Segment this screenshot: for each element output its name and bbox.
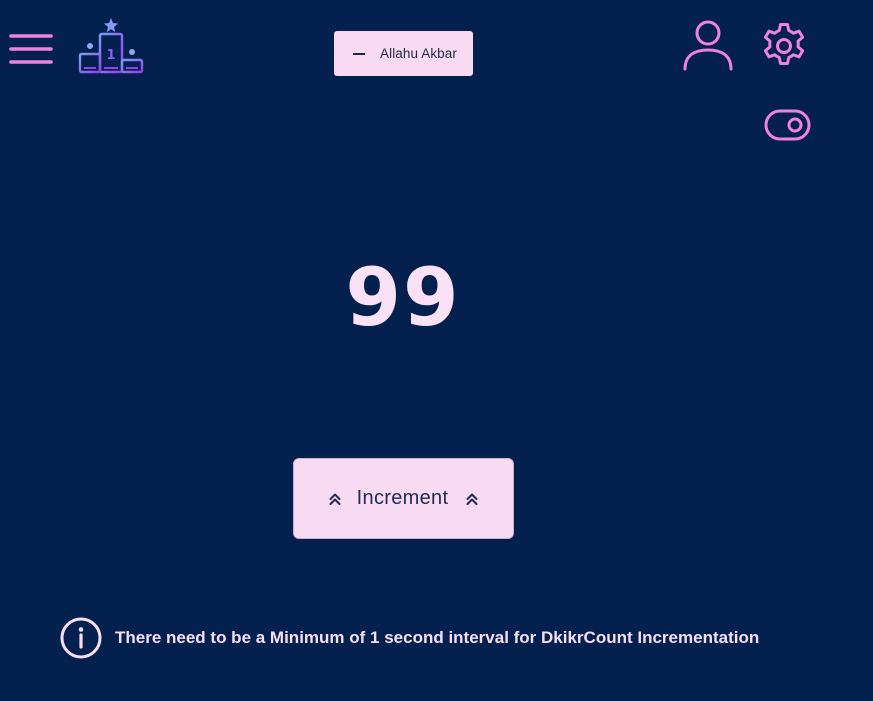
dhikr-selector-label: Allahu Akbar	[380, 46, 457, 61]
toggle-switch-icon	[764, 109, 811, 141]
leaderboard-rank-label: 1	[106, 48, 115, 63]
dhikr-selector-button[interactable]: Allahu Akbar	[334, 31, 473, 76]
podium-leaderboard-icon: 1	[78, 18, 144, 74]
settings-button[interactable]	[758, 20, 810, 72]
increment-button[interactable]: Increment	[293, 458, 514, 539]
theme-toggle-switch[interactable]	[762, 107, 812, 143]
info-circle-icon	[60, 617, 102, 659]
double-chevron-up-icon	[466, 493, 478, 505]
user-profile-icon	[683, 20, 733, 71]
increment-button-label: Increment	[356, 487, 449, 509]
gear-settings-icon	[763, 23, 805, 65]
menu-button[interactable]	[8, 30, 54, 70]
user-profile-button[interactable]	[680, 19, 736, 73]
hamburger-menu-icon	[9, 34, 53, 64]
interval-notice: There need to be a Minimum of 1 second i…	[59, 616, 759, 660]
dhikr-count-value: 99	[345, 251, 461, 344]
double-chevron-up-icon	[329, 493, 341, 505]
interval-notice-text: There need to be a Minimum of 1 second i…	[115, 628, 760, 647]
leaderboard-button[interactable]: 1	[78, 16, 144, 76]
minus-icon	[353, 52, 365, 55]
